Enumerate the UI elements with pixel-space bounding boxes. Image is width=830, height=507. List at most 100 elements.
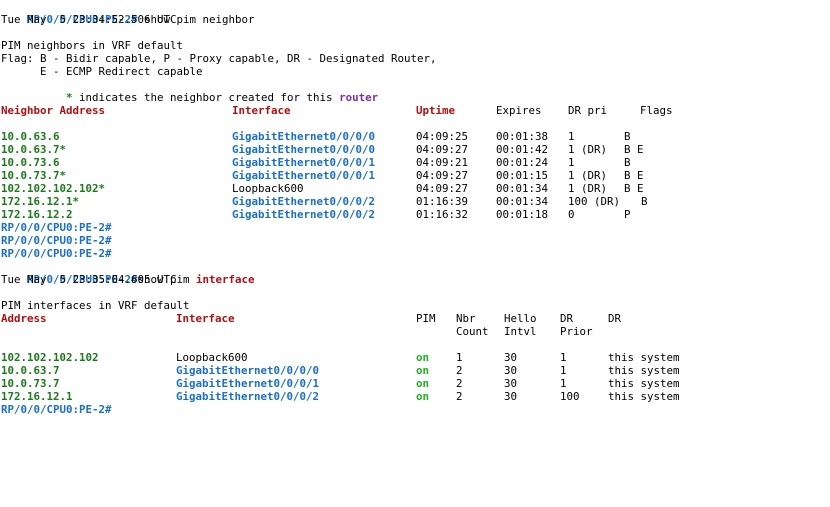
neighbor-table-header: Neighbor Address Interface Uptime Expire…	[1, 104, 673, 117]
dr-priority: 1 (DR)	[568, 169, 608, 182]
dr-system: this system	[608, 377, 680, 390]
prompt-line: RP/0/0/CPU0:PE-2#	[1, 403, 112, 416]
pim-status: on	[416, 377, 430, 390]
interface-address: 172.16.12.1	[1, 390, 73, 403]
table-row: 10.0.73.7* GigabitEthernet0/0/0/1 04:09:…	[1, 169, 644, 182]
pim-status: on	[416, 364, 430, 377]
expires: 00:01:34	[496, 182, 549, 195]
flags: B	[624, 156, 631, 169]
col-interface: Interface	[176, 312, 235, 325]
command-line: RP/0/0/CPU0:PE-2#show pim interface	[1, 260, 255, 286]
timestamp: Tue May 5 23:35:04.605 UTC	[1, 273, 177, 286]
interface-address: 10.0.73.7	[1, 377, 60, 390]
uptime: 04:09:27	[416, 143, 469, 156]
interface-link[interactable]: GigabitEthernet0/0/0/0	[232, 143, 375, 156]
table-row: 102.102.102.102 Loopback600 on 1 30 1 th…	[1, 351, 680, 364]
table-row: 172.16.12.2 GigabitEthernet0/0/0/2 01:16…	[1, 208, 631, 221]
col-hello: Hello	[504, 312, 537, 325]
interface-link[interactable]: GigabitEthernet0/0/0/1	[176, 377, 319, 390]
pim-status: on	[416, 390, 430, 403]
uptime: 04:09:27	[416, 169, 469, 182]
dr-priority: 1	[568, 130, 575, 143]
neighbor-address: 10.0.63.6	[1, 130, 60, 143]
col-neighbor-address: Neighbor Address	[1, 104, 106, 117]
col-intvl: Intvl	[504, 325, 537, 338]
hello-interval: 30	[504, 351, 518, 364]
router-keyword: router	[339, 91, 379, 104]
table-row: 172.16.12.1 GigabitEthernet0/0/0/2 on 2 …	[1, 390, 680, 403]
interface-link[interactable]: GigabitEthernet0/0/0/1	[232, 156, 375, 169]
flags: B E	[624, 169, 644, 182]
col-interface: Interface	[232, 104, 291, 117]
prompt-line: RP/0/0/CPU0:PE-2#	[1, 247, 112, 260]
col-flags: Flags	[640, 104, 673, 117]
flags: P	[624, 208, 631, 221]
neighbor-address: 172.16.12.2	[1, 208, 73, 221]
interface-link[interactable]: GigabitEthernet0/0/0/0	[232, 130, 375, 143]
neighbor-address: 10.0.63.7*	[1, 143, 67, 156]
dr-priority: 0	[568, 208, 575, 221]
col-pim: PIM	[416, 312, 436, 325]
interface-name: Loopback600	[232, 182, 304, 195]
neighbor-address: 102.102.102.102*	[1, 182, 106, 195]
col-address: Address	[1, 312, 47, 325]
dr-prior: 1	[560, 377, 567, 390]
table-row: 102.102.102.102* Loopback600 04:09:27 00…	[1, 182, 644, 195]
table-row: 10.0.63.6 GigabitEthernet0/0/0/0 04:09:2…	[1, 130, 631, 143]
expires: 00:01:15	[496, 169, 549, 182]
prompt-line: RP/0/0/CPU0:PE-2#	[1, 234, 112, 247]
command-keyword: interface	[196, 273, 255, 286]
interface-address: 10.0.63.7	[1, 364, 60, 377]
expires: 00:01:34	[496, 195, 549, 208]
interface-link[interactable]: GigabitEthernet0/0/0/2	[232, 208, 375, 221]
vrf-heading: PIM interfaces in VRF default	[1, 299, 190, 312]
flags: B E	[624, 143, 644, 156]
interface-address: 102.102.102.102	[1, 351, 99, 364]
neighbor-address: 10.0.73.6	[1, 156, 60, 169]
col-dr-pri: DR pri	[568, 104, 608, 117]
interface-table-header: Address Interface PIM Nbr Hello DR DR	[1, 312, 621, 325]
interface-link[interactable]: GigabitEthernet0/0/0/0	[176, 364, 319, 377]
dr-prior: 100	[560, 390, 580, 403]
uptime: 01:16:32	[416, 208, 469, 221]
interface-name: Loopback600	[176, 351, 248, 364]
dr-system: this system	[608, 390, 680, 403]
dr-prior: 1	[560, 351, 567, 364]
hello-interval: 30	[504, 364, 518, 377]
dr-priority: 1 (DR)	[568, 143, 608, 156]
col-count: Count	[456, 325, 489, 338]
nbr-count: 2	[456, 364, 463, 377]
flag-legend-line: E - ECMP Redirect capable	[1, 65, 203, 78]
uptime: 04:09:25	[416, 130, 469, 143]
nbr-count: 2	[456, 377, 463, 390]
neighbor-address: 172.16.12.1*	[1, 195, 80, 208]
hello-interval: 30	[504, 390, 518, 403]
star-legend-text: indicates the neighbor created for this	[72, 91, 340, 104]
table-row: 10.0.63.7* GigabitEthernet0/0/0/0 04:09:…	[1, 143, 644, 156]
command-line: RP/0/0/CPU0:PE-2# show pim neighbor	[1, 0, 255, 26]
uptime: 01:16:39	[416, 195, 469, 208]
flags: B	[624, 130, 631, 143]
vrf-heading: PIM neighbors in VRF default	[1, 39, 184, 52]
expires: 00:01:42	[496, 143, 549, 156]
col-dr-system: DR	[608, 312, 622, 325]
dr-priority: 1 (DR)	[568, 182, 608, 195]
interface-link[interactable]: GigabitEthernet0/0/0/2	[176, 390, 319, 403]
interface-link[interactable]: GigabitEthernet0/0/0/1	[232, 169, 375, 182]
nbr-count: 1	[456, 351, 463, 364]
expires: 00:01:24	[496, 156, 549, 169]
uptime: 04:09:27	[416, 182, 469, 195]
dr-priority: 100 (DR)	[568, 195, 621, 208]
interface-link[interactable]: GigabitEthernet0/0/0/2	[232, 195, 375, 208]
table-row: 10.0.73.7 GigabitEthernet0/0/0/1 on 2 30…	[1, 377, 680, 390]
flag-legend-line: Flag: B - Bidir capable, P - Proxy capab…	[1, 52, 437, 65]
dr-prior: 1	[560, 364, 567, 377]
col-nbr: Nbr	[456, 312, 476, 325]
prompt-line: RP/0/0/CPU0:PE-2#	[1, 221, 112, 234]
terminal-window[interactable]: RP/0/0/CPU0:PE-2# show pim neighbor Tue …	[0, 0, 830, 426]
col-dr: DR	[560, 312, 574, 325]
uptime: 04:09:21	[416, 156, 469, 169]
flags: B	[641, 195, 648, 208]
star-legend-line: * indicates the neighbor created for thi…	[1, 78, 378, 104]
interface-table-header-2: Count Intvl Prior	[1, 325, 593, 338]
